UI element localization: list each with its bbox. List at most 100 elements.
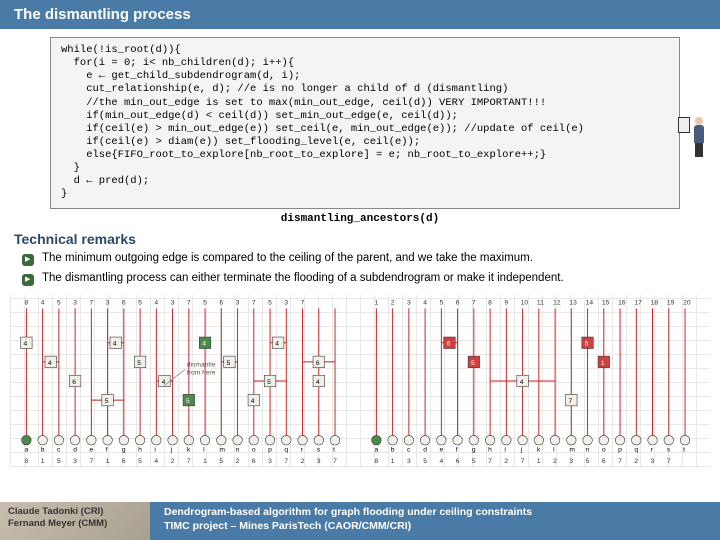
svg-text:s: s <box>317 446 321 453</box>
svg-text:8: 8 <box>374 458 378 465</box>
svg-text:13: 13 <box>569 299 577 306</box>
svg-text:a: a <box>24 446 28 453</box>
svg-text:m: m <box>219 446 225 453</box>
svg-text:1: 1 <box>203 458 207 465</box>
svg-text:l: l <box>203 446 205 453</box>
svg-text:1: 1 <box>374 299 378 306</box>
svg-text:14: 14 <box>586 299 594 306</box>
svg-text:1: 1 <box>106 458 110 465</box>
svg-text:n: n <box>236 446 240 453</box>
code-block: while(!is_root(d)){ for(i = 0; i< nb_chi… <box>50 37 680 209</box>
svg-text:7: 7 <box>252 299 256 306</box>
svg-text:7: 7 <box>472 299 476 306</box>
svg-text:3: 3 <box>73 299 77 306</box>
svg-text:6: 6 <box>456 458 460 465</box>
svg-text:5: 5 <box>471 359 475 366</box>
footer-title-2: TIMC project – Mines ParisTech (CAOR/CMM… <box>164 520 706 534</box>
svg-text:6: 6 <box>122 299 126 306</box>
svg-text:5: 5 <box>586 458 590 465</box>
svg-text:18: 18 <box>651 299 659 306</box>
svg-text:f: f <box>456 446 458 453</box>
svg-text:3: 3 <box>651 458 655 465</box>
footer-title-1: Dendrogram-based algorithm for graph flo… <box>164 506 706 520</box>
svg-text:j: j <box>520 446 523 453</box>
svg-text:e: e <box>439 446 443 453</box>
section-heading: Technical remarks <box>0 229 720 249</box>
svg-text:1: 1 <box>537 458 541 465</box>
svg-text:t: t <box>333 446 335 453</box>
svg-text:7: 7 <box>284 458 288 465</box>
svg-text:10: 10 <box>521 299 529 306</box>
svg-text:7: 7 <box>618 458 622 465</box>
svg-text:2: 2 <box>634 458 638 465</box>
svg-text:6: 6 <box>252 458 256 465</box>
bullet-icon <box>22 274 34 286</box>
bullet-item: The minimum outgoing edge is compared to… <box>0 249 720 269</box>
svg-text:6: 6 <box>456 299 460 306</box>
footer-title: Dendrogram-based algorithm for graph flo… <box>150 502 720 540</box>
function-label: dismantling_ancestors(d) <box>0 213 720 225</box>
svg-text:4: 4 <box>154 458 158 465</box>
svg-text:5: 5 <box>268 299 272 306</box>
svg-text:7: 7 <box>89 458 93 465</box>
svg-text:2: 2 <box>171 458 175 465</box>
svg-text:c: c <box>57 446 61 453</box>
svg-text:2: 2 <box>504 458 508 465</box>
svg-text:8: 8 <box>24 458 28 465</box>
svg-text:7: 7 <box>333 458 337 465</box>
svg-text:k: k <box>537 446 541 453</box>
svg-text:g: g <box>122 446 126 453</box>
svg-text:6: 6 <box>447 340 451 347</box>
bullet-icon <box>22 254 34 266</box>
footer: Claude Tadonki (CRI) Fernand Meyer (CMM)… <box>0 502 720 540</box>
svg-text:4: 4 <box>520 378 524 385</box>
bullet-text: The minimum outgoing edge is compared to… <box>42 252 533 264</box>
svg-text:4: 4 <box>275 340 279 347</box>
svg-text:g: g <box>472 446 476 453</box>
svg-text:4: 4 <box>24 340 28 347</box>
svg-text:12: 12 <box>553 299 561 306</box>
svg-text:b: b <box>41 446 45 453</box>
svg-text:p: p <box>618 446 622 453</box>
diagram-area: 845373654375637537 446545454554464 abcde… <box>0 289 720 469</box>
svg-text:c: c <box>407 446 411 453</box>
svg-text:17: 17 <box>634 299 642 306</box>
svg-text:7: 7 <box>187 299 191 306</box>
svg-text:2: 2 <box>301 458 305 465</box>
svg-text:d: d <box>73 446 77 453</box>
svg-text:6: 6 <box>316 359 320 366</box>
bullet-text: The dismantling process can either termi… <box>42 272 564 284</box>
svg-text:5: 5 <box>186 397 190 404</box>
svg-text:1: 1 <box>601 359 605 366</box>
svg-text:8: 8 <box>24 299 28 306</box>
svg-text:h: h <box>488 446 492 453</box>
svg-text:1: 1 <box>41 458 45 465</box>
svg-text:k: k <box>187 446 191 453</box>
left-dendrogram: 845373654375637537 446545454554464 abcde… <box>10 295 360 467</box>
svg-text:2: 2 <box>391 299 395 306</box>
svg-text:5: 5 <box>219 458 223 465</box>
svg-text:5: 5 <box>57 458 61 465</box>
svg-text:5: 5 <box>472 458 476 465</box>
svg-text:5: 5 <box>138 458 142 465</box>
svg-text:r: r <box>651 446 654 453</box>
svg-text:3: 3 <box>171 299 175 306</box>
svg-text:5: 5 <box>105 397 109 404</box>
svg-text:o: o <box>252 446 256 453</box>
svg-text:4: 4 <box>41 299 45 306</box>
svg-text:a: a <box>374 446 378 453</box>
svg-text:4: 4 <box>113 340 117 347</box>
svg-text:6: 6 <box>602 458 606 465</box>
svg-text:7: 7 <box>89 299 93 306</box>
slide-title: The dismantling process <box>0 0 720 29</box>
svg-text:5: 5 <box>137 359 141 366</box>
svg-text:r: r <box>301 446 304 453</box>
svg-text:2: 2 <box>236 458 240 465</box>
svg-text:3: 3 <box>284 299 288 306</box>
svg-text:h: h <box>138 446 142 453</box>
svg-text:20: 20 <box>683 299 691 306</box>
svg-text:7: 7 <box>187 458 191 465</box>
svg-text:4: 4 <box>251 397 255 404</box>
svg-text:6: 6 <box>72 378 76 385</box>
svg-text:11: 11 <box>537 299 544 306</box>
